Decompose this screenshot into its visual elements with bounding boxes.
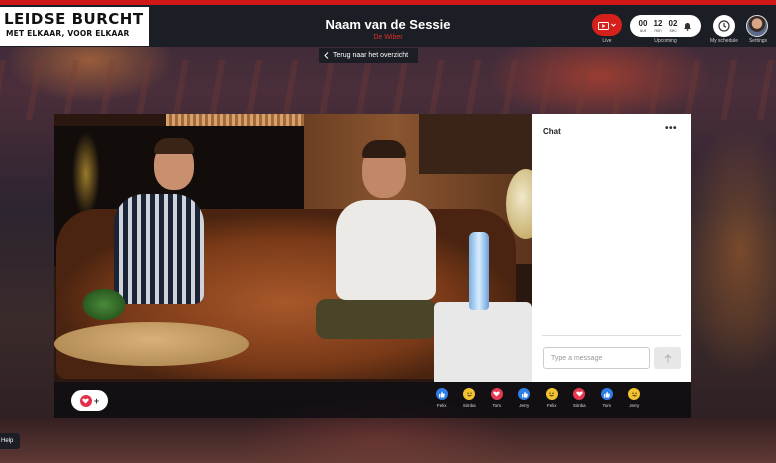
- hours-unit: uur: [639, 27, 647, 33]
- thumbs-up-icon: [435, 388, 448, 400]
- chat-more-options-button[interactable]: •••: [665, 123, 677, 134]
- chat-message-input[interactable]: Type a message: [543, 347, 650, 369]
- thumbs-up-icon: [518, 388, 531, 400]
- reaction-item[interactable]: Tom: [483, 388, 511, 414]
- chat-title: Chat: [543, 127, 561, 136]
- countdown-minutes: 12 min: [651, 19, 665, 34]
- venue-crowd: [0, 418, 776, 463]
- reaction-item[interactable]: Jerry: [511, 388, 539, 414]
- heart-icon: [79, 394, 92, 407]
- my-schedule-button[interactable]: [713, 15, 735, 37]
- back-to-overview-link[interactable]: Terug naar het overzicht: [319, 48, 418, 63]
- settings-label: Settings: [748, 38, 768, 44]
- reaction-user-name: Tom: [492, 403, 501, 408]
- reaction-user-name: Jerry: [519, 403, 530, 408]
- video-scene-person-right: [336, 200, 436, 300]
- heart-icon: [573, 388, 586, 400]
- video-scene-blinds: [166, 114, 304, 126]
- reaction-item[interactable]: Tom: [593, 388, 621, 414]
- hours-value: 00: [638, 18, 648, 28]
- video-scene-person-right-hair: [362, 140, 406, 158]
- back-link-label: Terug naar het overzicht: [333, 52, 409, 59]
- video-scene-person-left-hair: [154, 138, 194, 154]
- reaction-user-name: Tom: [602, 403, 611, 408]
- countdown-timer[interactable]: 00 uur 12 min 02 sec: [630, 15, 701, 37]
- chat-panel: Chat ••• Type a message: [532, 114, 691, 382]
- add-reaction-button[interactable]: +: [71, 390, 108, 411]
- seconds-unit: sec: [669, 27, 677, 33]
- upcoming-label: Upcoming: [654, 38, 677, 44]
- live-label: Live: [602, 38, 612, 44]
- countdown-seconds: 02 sec: [666, 19, 680, 34]
- reaction-user-name: Felix: [436, 403, 447, 408]
- chevron-down-icon: [611, 23, 616, 27]
- reaction-list: Felix Simba Tom Jerry Felix Simba Tom Jerry: [428, 388, 648, 414]
- chevron-left-icon: [324, 52, 329, 59]
- reaction-item[interactable]: Felix: [538, 388, 566, 414]
- reaction-item[interactable]: Jerry: [621, 388, 649, 414]
- laughing-emoji-icon: [463, 388, 476, 400]
- heart-icon: [490, 388, 503, 400]
- plus-icon: +: [93, 395, 100, 406]
- reaction-item[interactable]: Felix: [428, 388, 456, 414]
- reaction-item[interactable]: Simba: [566, 388, 594, 414]
- thumbs-up-icon: [600, 388, 613, 400]
- minutes-value: 12: [653, 18, 663, 28]
- video-scene-pot-plant: [74, 282, 134, 327]
- clock-icon: [718, 20, 730, 32]
- live-tv-icon: [598, 21, 609, 30]
- minutes-unit: min: [654, 27, 662, 33]
- reaction-user-name: Simba: [462, 403, 476, 408]
- reaction-user-name: Simba: [572, 403, 586, 408]
- top-header: LEIDSE BURCHT MET ELKAAR, VOOR ELKAAR Na…: [0, 5, 776, 47]
- chat-send-button[interactable]: [654, 347, 681, 369]
- video-player[interactable]: [54, 114, 532, 382]
- live-button[interactable]: [592, 14, 622, 36]
- seconds-value: 02: [668, 18, 678, 28]
- my-schedule-label: My schedule: [709, 38, 739, 44]
- arrow-up-icon: [664, 353, 671, 362]
- bell-icon: [684, 22, 691, 31]
- reaction-user-name: Jerry: [629, 403, 640, 408]
- video-scene-bottle: [469, 232, 489, 310]
- reaction-item[interactable]: Simba: [456, 388, 484, 414]
- laughing-emoji-icon: [545, 388, 558, 400]
- video-scene-table: [54, 322, 249, 366]
- video-scene-person-right-legs: [316, 299, 436, 339]
- laughing-emoji-icon: [628, 388, 641, 400]
- user-avatar[interactable]: [746, 15, 768, 37]
- video-scene-white-stand: [434, 302, 532, 382]
- countdown-hours: 00 uur: [636, 19, 650, 34]
- help-button[interactable]: Help: [0, 433, 20, 449]
- chat-divider: [542, 335, 681, 336]
- reaction-user-name: Felix: [546, 403, 557, 408]
- venue-ceiling-beams: [0, 60, 776, 120]
- video-scene-shelf: [419, 114, 532, 174]
